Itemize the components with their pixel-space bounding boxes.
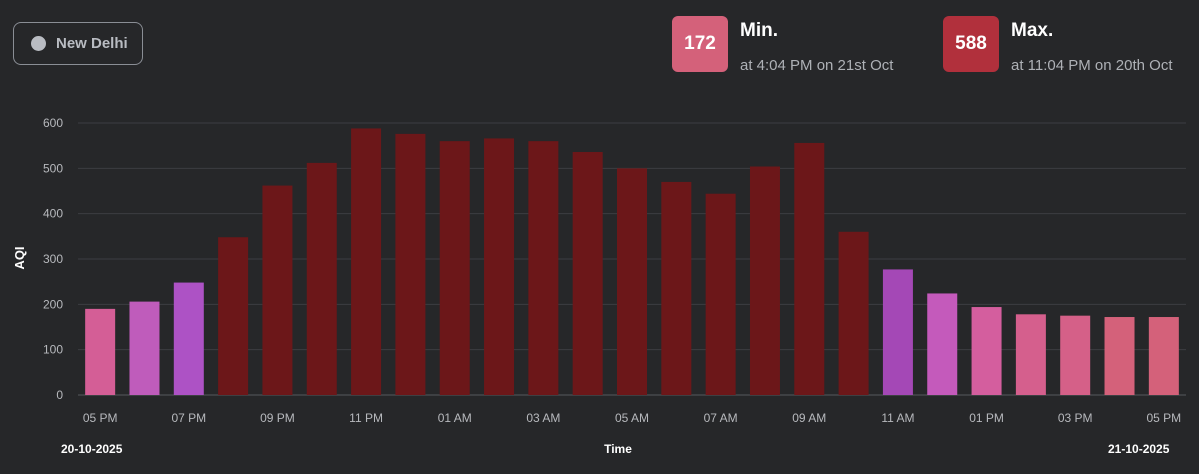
bar[interactable] — [882, 269, 913, 395]
bar[interactable] — [661, 181, 692, 395]
bar[interactable] — [306, 162, 337, 395]
bar[interactable] — [439, 141, 470, 395]
x-axis-label: Time — [604, 442, 632, 456]
bar[interactable] — [1148, 317, 1179, 395]
start-date: 20-10-2025 — [61, 442, 123, 456]
y-tick-label: 100 — [43, 343, 63, 357]
x-tick-label: 01 PM — [969, 411, 1004, 425]
bar[interactable] — [395, 133, 426, 395]
x-tick-label: 01 AM — [438, 411, 472, 425]
x-tick-label: 07 PM — [171, 411, 206, 425]
bar[interactable] — [262, 185, 293, 395]
x-tick-label: 05 PM — [1146, 411, 1181, 425]
end-date: 21-10-2025 — [1108, 442, 1170, 456]
bar[interactable] — [838, 231, 869, 395]
bar[interactable] — [173, 282, 204, 395]
bar[interactable] — [705, 193, 736, 395]
bar[interactable] — [129, 301, 160, 395]
x-tick-label: 05 PM — [83, 411, 118, 425]
bar[interactable] — [1015, 314, 1046, 395]
bar[interactable] — [749, 166, 780, 395]
bar[interactable] — [351, 128, 382, 395]
y-tick-label: 400 — [43, 207, 63, 221]
y-tick-label: 500 — [43, 161, 63, 175]
bar[interactable] — [927, 293, 958, 395]
bar[interactable] — [971, 307, 1002, 395]
y-tick-label: 0 — [56, 388, 63, 402]
bar[interactable] — [85, 308, 116, 395]
bar[interactable] — [617, 168, 647, 395]
y-tick-label: 300 — [43, 252, 63, 266]
aqi-bar-chart: 0 100 200 300 400 500 600 05 PM 07 PM 09 PM 11 PM… — [12, 116, 1186, 456]
x-tick-label: 05 AM — [615, 411, 649, 425]
x-tick-label: 09 AM — [792, 411, 826, 425]
bar[interactable] — [1104, 317, 1135, 395]
x-tick-label: 07 AM — [704, 411, 738, 425]
x-tick-label: 09 PM — [260, 411, 295, 425]
bar[interactable] — [528, 141, 559, 395]
y-tick-label: 600 — [43, 116, 63, 130]
bar[interactable] — [572, 152, 603, 395]
y-tick-label: 200 — [43, 297, 63, 311]
bar[interactable] — [1060, 315, 1091, 395]
bar[interactable] — [484, 138, 515, 395]
bar[interactable] — [794, 142, 825, 395]
x-tick-label: 03 PM — [1058, 411, 1093, 425]
x-tick-label: 11 PM — [349, 411, 383, 425]
y-axis-label: AQI — [12, 246, 27, 269]
bar[interactable] — [218, 237, 249, 395]
aqi-widget: New Delhi 172 Min. at 4:04 PM on 21st Oc… — [0, 0, 1199, 474]
x-tick-label: 03 AM — [526, 411, 560, 425]
x-tick-label: 11 AM — [881, 411, 914, 425]
